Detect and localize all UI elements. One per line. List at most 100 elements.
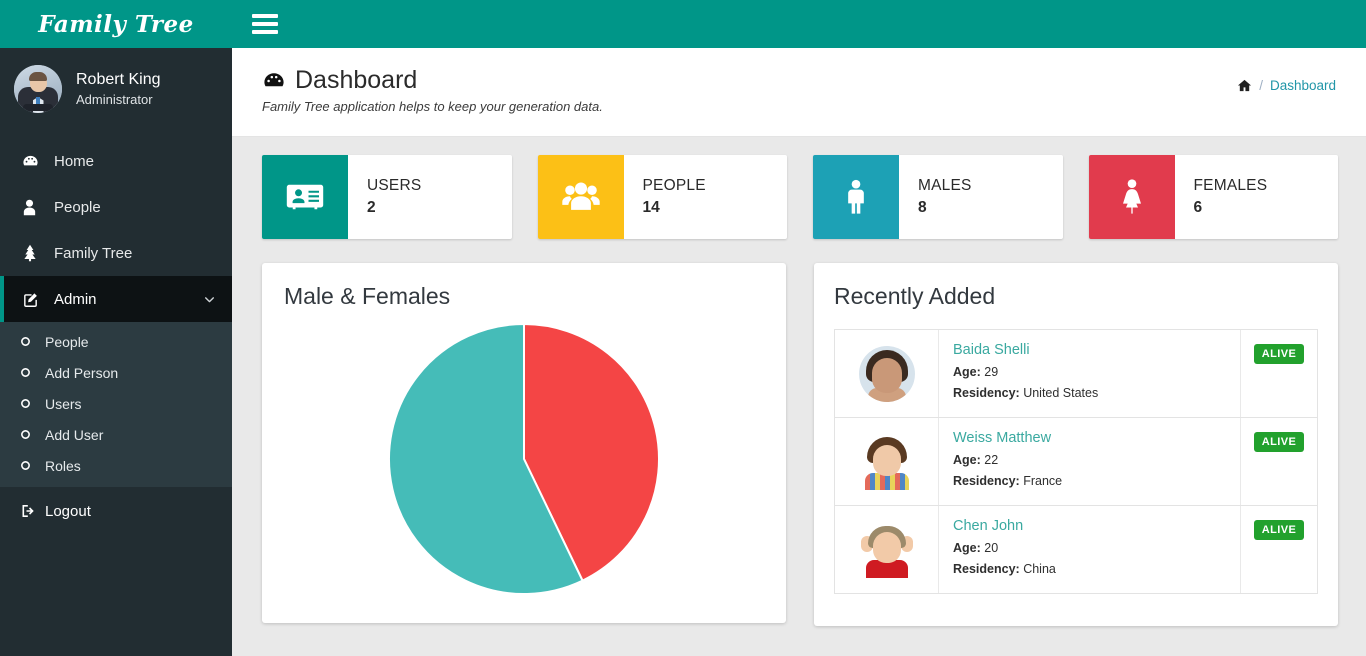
sidebar-item-people[interactable]: People bbox=[0, 184, 232, 230]
status-badge[interactable]: ALIVE bbox=[1253, 432, 1305, 452]
table-row[interactable]: Chen John Age: 20 Residency: China ALIVE bbox=[835, 506, 1317, 594]
circle-o-icon bbox=[20, 398, 38, 409]
row-status-cell: ALIVE bbox=[1241, 506, 1317, 593]
page-header: Dashboard Family Tree application helps … bbox=[232, 48, 1366, 137]
page-subtitle: Family Tree application helps to keep yo… bbox=[262, 99, 603, 114]
person-name-link[interactable]: Chen John bbox=[953, 518, 1240, 534]
recent-panel-title: Recently Added bbox=[834, 283, 996, 309]
stat-card-label: MALES bbox=[918, 176, 972, 194]
stat-card-males[interactable]: MALES 8 bbox=[813, 155, 1063, 239]
sidebar-item-label: People bbox=[54, 198, 101, 216]
row-status-cell: ALIVE bbox=[1241, 418, 1317, 505]
submenu-item-label: Users bbox=[45, 395, 82, 412]
recently-added-panel: Recently Added Baida Shelli Age: 29 Resi… bbox=[814, 263, 1338, 626]
age-value: 22 bbox=[984, 453, 999, 467]
logout-section: Logout bbox=[0, 493, 232, 529]
girl-photo-avatar bbox=[858, 345, 915, 402]
breadcrumb-separator: / bbox=[1259, 78, 1263, 93]
age-label: Age: bbox=[953, 365, 981, 379]
submenu-item-users[interactable]: Users bbox=[0, 388, 232, 419]
submenu-item-add-user[interactable]: Add User bbox=[0, 419, 232, 450]
pen-square-icon bbox=[22, 291, 44, 308]
user-profile-panel[interactable]: Robert King Administrator bbox=[0, 48, 232, 130]
person-name-link[interactable]: Weiss Matthew bbox=[953, 430, 1240, 446]
submenu-item-label: Add User bbox=[45, 426, 104, 443]
stat-card-females[interactable]: FEMALES 6 bbox=[1088, 155, 1338, 239]
sidebar-item-label: Family Tree bbox=[54, 244, 133, 262]
page-title-text: Dashboard bbox=[295, 66, 418, 94]
page-title: Dashboard bbox=[262, 66, 603, 95]
residency-label: Residency: bbox=[953, 562, 1020, 576]
recently-added-table: Baida Shelli Age: 29 Residency: United S… bbox=[834, 329, 1318, 594]
submenu-item-label: Roles bbox=[45, 457, 81, 474]
circle-o-icon bbox=[20, 460, 38, 471]
residency-label: Residency: bbox=[953, 474, 1020, 488]
residency-label: Residency: bbox=[953, 386, 1020, 400]
stat-card-label: USERS bbox=[367, 176, 422, 194]
male-icon bbox=[813, 155, 899, 239]
application-root: Family Tree Robert King Administrator Ho… bbox=[0, 0, 1366, 656]
residency-value: United States bbox=[1023, 386, 1099, 400]
submenu-item-label: People bbox=[45, 333, 89, 350]
row-status-cell: ALIVE bbox=[1241, 330, 1317, 417]
status-badge[interactable]: ALIVE bbox=[1253, 344, 1305, 364]
residency-value: France bbox=[1023, 474, 1063, 488]
row-avatar-cell bbox=[835, 506, 939, 593]
sidebar-item-admin[interactable]: Admin bbox=[0, 276, 232, 322]
admin-submenu: People Add Person Users Add User Roles bbox=[0, 322, 232, 487]
logout-label: Logout bbox=[45, 502, 91, 520]
brand-name: Family Tree bbox=[38, 10, 194, 38]
status-badge[interactable]: ALIVE bbox=[1253, 520, 1305, 540]
row-info-cell: Weiss Matthew Age: 22 Residency: France bbox=[939, 418, 1241, 505]
id-card-icon bbox=[262, 155, 348, 239]
stat-card-users[interactable]: USERS 2 bbox=[262, 155, 512, 239]
table-row[interactable]: Weiss Matthew Age: 22 Residency: France bbox=[835, 418, 1317, 506]
home-icon[interactable] bbox=[1237, 78, 1252, 93]
circle-o-icon bbox=[20, 336, 38, 347]
pie-chart-svg[interactable] bbox=[383, 318, 665, 600]
person-name-link[interactable]: Baida Shelli bbox=[953, 342, 1240, 358]
pie-chart bbox=[284, 314, 764, 604]
sidebar-item-label: Home bbox=[54, 152, 95, 170]
row-info-cell: Chen John Age: 20 Residency: China bbox=[939, 506, 1241, 593]
page-header-left: Dashboard Family Tree application helps … bbox=[262, 66, 603, 114]
stat-card-value: 8 bbox=[918, 199, 927, 216]
dashboard-gauge-icon bbox=[262, 69, 286, 93]
submenu-item-roles[interactable]: Roles bbox=[0, 450, 232, 481]
age-label: Age: bbox=[953, 541, 981, 555]
person-residency: Residency: United States bbox=[953, 386, 1240, 400]
topbar bbox=[232, 0, 1366, 48]
stat-card-value: 14 bbox=[642, 199, 660, 216]
row-avatar-cell bbox=[835, 330, 939, 417]
logout-button[interactable]: Logout bbox=[0, 493, 232, 529]
age-value: 29 bbox=[984, 365, 999, 379]
stat-card-people[interactable]: PEOPLE 14 bbox=[537, 155, 787, 239]
brand-logo[interactable]: Family Tree bbox=[0, 0, 232, 48]
user-role: Administrator bbox=[76, 92, 153, 108]
user-name: Robert King bbox=[76, 71, 161, 89]
submenu-item-add-person[interactable]: Add Person bbox=[0, 357, 232, 388]
breadcrumb: / Dashboard bbox=[1237, 78, 1336, 93]
person-residency: Residency: France bbox=[953, 474, 1240, 488]
submenu-item-people[interactable]: People bbox=[0, 326, 232, 357]
residency-value: China bbox=[1023, 562, 1056, 576]
sidebar-item-home[interactable]: Home bbox=[0, 138, 232, 184]
sign-out-icon bbox=[20, 503, 42, 519]
gender-chart-panel: Male & Females bbox=[262, 263, 786, 623]
circle-o-icon bbox=[20, 367, 38, 378]
user-icon bbox=[22, 199, 44, 216]
chevron-down-icon[interactable] bbox=[203, 293, 216, 306]
stat-card-body: PEOPLE 14 bbox=[624, 155, 706, 239]
hamburger-menu-icon[interactable] bbox=[252, 14, 278, 34]
stat-cards: USERS 2 PEOPLE 14 MALES 8 FEMALES 6 bbox=[262, 155, 1338, 239]
users-group-icon bbox=[537, 155, 624, 239]
stat-card-body: MALES 8 bbox=[899, 155, 972, 239]
dashboard-panels: Male & Females Recently Added Baida Shel… bbox=[262, 263, 1338, 626]
breadcrumb-current[interactable]: Dashboard bbox=[1270, 78, 1336, 93]
sidebar-item-family-tree[interactable]: Family Tree bbox=[0, 230, 232, 276]
table-row[interactable]: Baida Shelli Age: 29 Residency: United S… bbox=[835, 330, 1317, 418]
boy-photo-avatar bbox=[858, 433, 915, 490]
stat-card-value: 2 bbox=[367, 199, 376, 216]
boy-photo-2-avatar bbox=[858, 521, 915, 578]
dashboard-icon bbox=[22, 153, 44, 170]
